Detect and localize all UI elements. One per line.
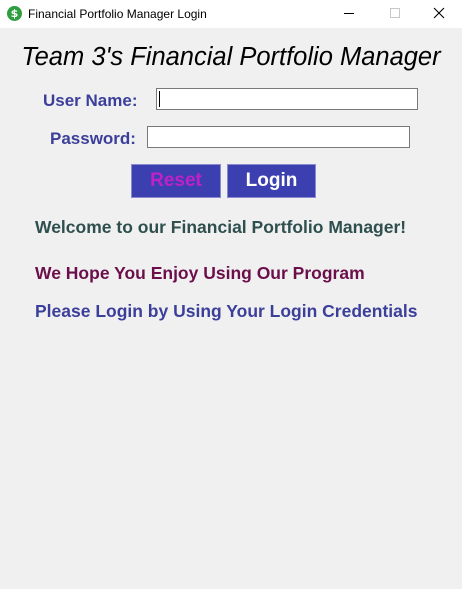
enjoy-message: We Hope You Enjoy Using Our Program: [35, 263, 365, 283]
window-title: Financial Portfolio Manager Login: [28, 7, 207, 21]
username-input[interactable]: [156, 88, 418, 110]
password-input[interactable]: [147, 126, 410, 148]
maximize-button[interactable]: [372, 0, 418, 28]
login-button[interactable]: Login: [227, 164, 316, 198]
window-titlebar[interactable]: $ Financial Portfolio Manager Login: [0, 0, 462, 28]
welcome-message: Welcome to our Financial Portfolio Manag…: [35, 217, 407, 237]
reset-button[interactable]: Reset: [131, 164, 221, 198]
password-label: Password:: [50, 129, 136, 148]
close-button[interactable]: [416, 0, 462, 28]
username-label: User Name:: [43, 91, 138, 110]
text-caret: [159, 91, 160, 107]
minimize-button[interactable]: [326, 0, 372, 28]
dollar-icon: $: [7, 6, 22, 21]
login-instruction: Please Login by Using Your Login Credent…: [35, 301, 418, 321]
maximize-icon: [390, 8, 400, 18]
page-title: Team 3's Financial Portfolio Manager: [21, 43, 441, 71]
minimize-icon: [344, 13, 354, 14]
close-icon: [433, 7, 445, 19]
